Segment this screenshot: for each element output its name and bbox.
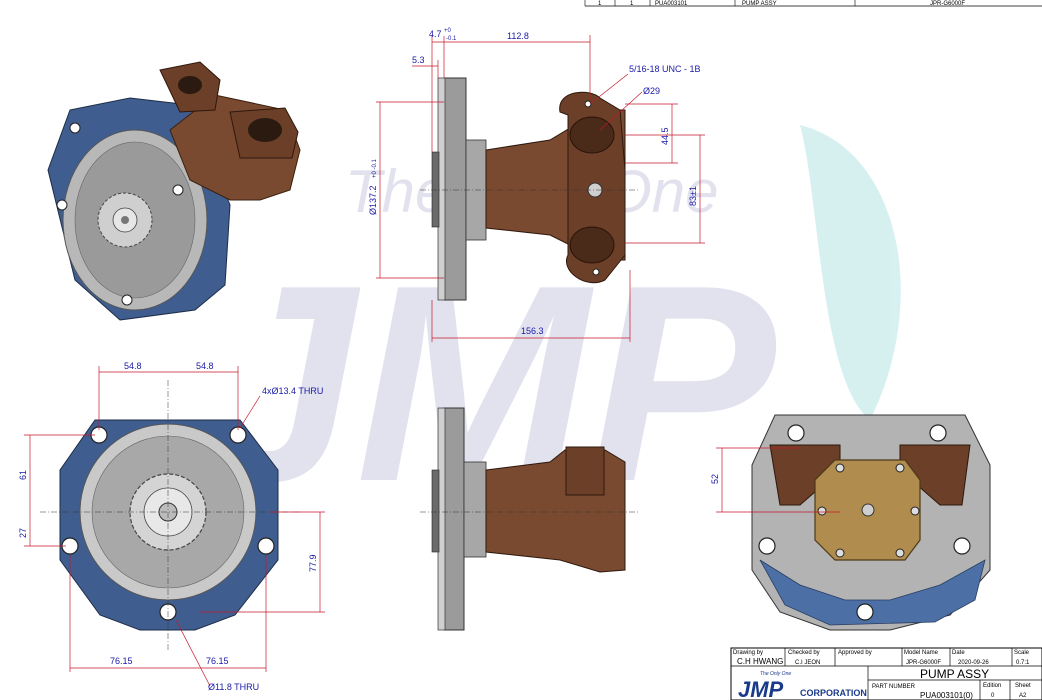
tb-checked-by-label: Checked by: [788, 650, 820, 656]
title-block: Drawing by C.H HWANG Checked by C.I JEON…: [730, 647, 1042, 700]
dim-4-7: 4.7: [429, 29, 442, 39]
dim-76-15-left: 76.15: [110, 656, 133, 666]
side-flange: [443, 77, 467, 301]
tb-date-label: Date: [952, 650, 965, 656]
dim-dia-137-2-tol: +0 -0.1: [372, 158, 378, 178]
dim-dia-29: Ø29: [643, 86, 660, 96]
tb-logo-corp: CORPORATION: [800, 688, 867, 698]
dim-112-8: 112.8: [507, 31, 529, 41]
rear-bolt-hole: [929, 424, 947, 442]
tb-scale: 0.7:1: [1016, 660, 1030, 666]
tb-scale-label: Scale: [1014, 650, 1030, 656]
iso-bolt-hole: [121, 294, 133, 306]
dim-44-5: 44.5: [660, 127, 670, 145]
tb-part-number-label: PART NUMBER: [872, 684, 916, 690]
iso-bolt-hole: [69, 122, 81, 134]
dim-54-8-right: 54.8: [196, 361, 214, 371]
dim-dia-137-2: Ø137.2: [368, 185, 378, 215]
rear-bolt-hole: [953, 537, 971, 555]
dim-77-9: 77.9: [308, 554, 318, 572]
drawing-sheet: The Only One JMP 1 1 PUA003101 PUMP ASSY…: [18, 0, 1042, 700]
top-model: JPR-G6000F: [930, 1, 965, 7]
tb-sheet: A2: [1019, 693, 1027, 699]
dim-5-3: 5.3: [412, 55, 425, 65]
tb-part-number: PUA003101(0): [920, 691, 973, 700]
tb-edition-label: Edition: [983, 683, 1001, 689]
top-part-no: PUA003101: [655, 1, 688, 7]
dim-83: 83±1: [688, 186, 698, 206]
dim-dia-11-8: Ø11.8 THRU: [208, 682, 259, 692]
tb-drawing-by: C.H HWANG: [737, 657, 783, 666]
tb-drawing-by-label: Drawing by: [733, 650, 763, 656]
tb-model: JPR-G6000F: [906, 660, 941, 666]
rear-bolt-hole: [856, 603, 874, 621]
tb-logo: JMP: [738, 677, 784, 700]
dim-4-7-tol-bot: -0.1: [446, 36, 457, 42]
iso-bolt-hole: [172, 184, 184, 196]
tb-date: 2020-09-26: [958, 660, 989, 666]
rear-bolt-hole: [758, 537, 776, 555]
dim-156-3: 156.3: [521, 326, 544, 336]
iso-bolt-hole: [56, 199, 68, 211]
tb-sheet-label: Sheet: [1015, 683, 1031, 689]
rear-view: [751, 414, 991, 631]
tb-checked-by: C.I JEON: [795, 660, 820, 666]
tb-model-label: Model Name: [904, 650, 939, 656]
watermark-swoosh: [800, 125, 901, 420]
dim-52: 52: [710, 474, 720, 484]
top-desc: PUMP ASSY: [742, 1, 777, 7]
dim-4-7-tol-top: +0: [444, 28, 452, 34]
dim-76-15-right: 76.15: [206, 656, 229, 666]
dim-27: 27: [18, 528, 28, 538]
top-table: 1 1 PUA003101 PUMP ASSY JPR-G6000F: [584, 0, 1042, 7]
dim-54-8-left: 54.8: [124, 361, 142, 371]
front-bolt-hole: [257, 537, 275, 555]
dim-61: 61: [18, 470, 28, 480]
dim-thread: 5/16-18 UNC - 1B: [629, 64, 701, 74]
tb-title: PUMP ASSY: [920, 667, 989, 681]
tb-approved-by-label: Approved by: [838, 650, 872, 656]
rear-bolt-hole: [787, 424, 805, 442]
dim-holes: 4xØ13.4 THRU: [262, 386, 323, 396]
